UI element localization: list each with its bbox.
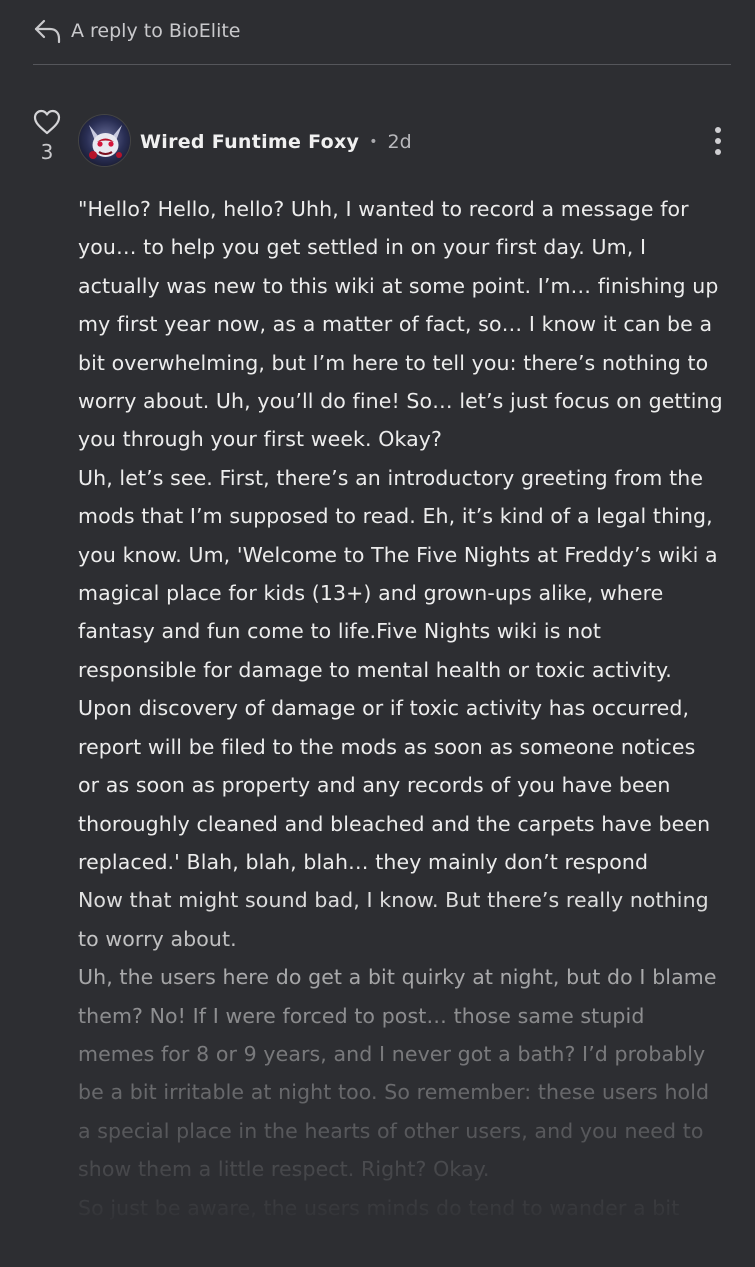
post-line: Uh, let’s see. First, there’s an introdu… bbox=[78, 465, 704, 490]
post-line: worry about. Uh, you’ll do fine! So… let… bbox=[78, 389, 723, 414]
post-line: you… to help you get settled in on your … bbox=[78, 235, 647, 260]
post-body: "Hello? Hello, hello? Uhh, I wanted to r… bbox=[78, 190, 743, 1267]
author-line: Wired Funtime Foxy • 2d bbox=[140, 126, 412, 158]
post-line: you know. Um, 'Welcome to The Five Night… bbox=[78, 542, 718, 567]
post-line: replaced.' Blah, blah, blah… they mainly… bbox=[78, 849, 649, 874]
post-line: Upon discovery of damage or if toxic act… bbox=[78, 696, 690, 721]
divider bbox=[33, 64, 731, 65]
like-control[interactable]: 3 bbox=[30, 108, 64, 164]
author-name[interactable]: Wired Funtime Foxy bbox=[140, 131, 359, 153]
post-line: report will be filed to the mods as soon… bbox=[78, 734, 696, 759]
separator-dot: • bbox=[369, 134, 378, 150]
post-line: to worry about. bbox=[78, 926, 237, 951]
post-line: you through your first week. Okay? bbox=[78, 427, 442, 452]
post-line: responsible for damage to mental health … bbox=[78, 657, 672, 682]
post-line: actually was new to this wiki at some po… bbox=[78, 273, 719, 298]
post-line: memes for 8 or 9 years, and I never got … bbox=[78, 1041, 706, 1066]
like-count: 3 bbox=[40, 140, 54, 164]
post-line: show them a little respect. Right? Okay. bbox=[78, 1157, 490, 1182]
post-time: 2d bbox=[387, 131, 412, 153]
post-line: So just be aware, the users minds do ten… bbox=[78, 1195, 680, 1220]
post-line: mods that I’m supposed to read. Eh, it’s… bbox=[78, 504, 713, 529]
post-line: bit overwhelming, but I’m here to tell y… bbox=[78, 350, 709, 375]
post-line: them? No! If I were forced to post… thos… bbox=[78, 1003, 645, 1028]
reply-to-label: A reply to BioElite bbox=[71, 20, 241, 42]
reply-arrow-icon bbox=[34, 19, 61, 44]
post-line: "Hello? Hello, hello? Uhh, I wanted to r… bbox=[78, 197, 689, 221]
post-line: my first year now, as a matter of fact, … bbox=[78, 312, 713, 337]
post-line: be a bit irritable at night too. So reme… bbox=[78, 1080, 710, 1105]
post-line: a special place in the hearts of other u… bbox=[78, 1118, 704, 1143]
post-line: Now that might sound bad, I know. But th… bbox=[78, 888, 709, 913]
post-line: magical place for kids (13+) and grown-u… bbox=[78, 581, 664, 606]
post-line: or as soon as property and any records o… bbox=[78, 773, 671, 798]
avatar[interactable] bbox=[78, 114, 131, 167]
post-line: thoroughly cleaned and bleached and the … bbox=[78, 811, 711, 836]
post-line: fantasy and fun come to life.Five Nights… bbox=[78, 619, 601, 644]
more-options-icon[interactable] bbox=[706, 124, 730, 158]
reply-to-header[interactable]: A reply to BioElite bbox=[33, 14, 241, 48]
post-line: Uh, the users here do get a bit quirky a… bbox=[78, 965, 717, 990]
heart-icon[interactable] bbox=[32, 108, 62, 136]
